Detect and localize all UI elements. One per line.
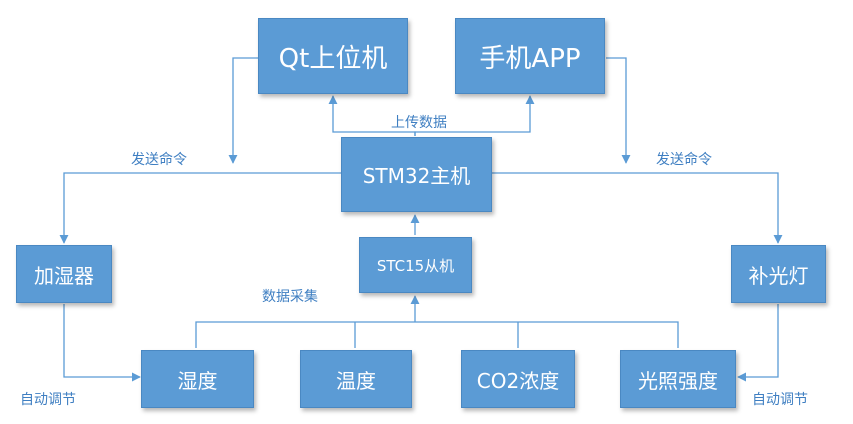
temperature-label: 温度 bbox=[336, 368, 376, 393]
humidifier-auto-adjust-arrow bbox=[63, 304, 141, 382]
fill-light-label: 补光灯 bbox=[748, 263, 809, 288]
upload-data-label: 上传数据 bbox=[391, 115, 447, 131]
app-command-arrow bbox=[606, 57, 631, 164]
humidifier-label: 加湿器 bbox=[34, 263, 94, 288]
sensor-bus bbox=[195, 321, 679, 348]
send-command-left-label: 发送命令 bbox=[131, 152, 187, 168]
auto-adjust-left-label: 自动调节 bbox=[20, 392, 76, 408]
fill-light-box: 补光灯 bbox=[731, 245, 826, 303]
stc15-slave-label: STC15从机 bbox=[376, 256, 455, 275]
send-command-right-label: 发送命令 bbox=[656, 152, 712, 168]
humidifier-box: 加湿器 bbox=[16, 245, 112, 303]
auto-adjust-right-label: 自动调节 bbox=[752, 392, 808, 408]
stm32-to-fill-light-arrow bbox=[492, 172, 783, 244]
co2-label: CO2浓度 bbox=[476, 368, 560, 393]
light-intensity-box: 光照强度 bbox=[620, 350, 736, 408]
light-intensity-label: 光照强度 bbox=[638, 368, 718, 393]
qt-host-label: Qt上位机 bbox=[278, 43, 388, 74]
stm32-master-label: STM32主机 bbox=[362, 164, 471, 188]
qt-host-box: Qt上位机 bbox=[258, 18, 408, 94]
system-diagram: Qt上位机 手机APP STM32主机 STC15从机 加湿器 补光灯 湿度 温… bbox=[0, 0, 853, 424]
humidity-box: 湿度 bbox=[141, 350, 254, 408]
stm32-to-humidifier-arrow bbox=[59, 172, 341, 244]
humidity-label: 湿度 bbox=[177, 368, 218, 393]
qt-command-arrow bbox=[228, 57, 258, 164]
mobile-app-box: 手机APP bbox=[455, 18, 605, 94]
temperature-box: 温度 bbox=[300, 350, 412, 408]
stc15-slave-box: STC15从机 bbox=[359, 237, 472, 293]
stm32-master-box: STM32主机 bbox=[341, 137, 492, 212]
fill-light-auto-adjust-arrow bbox=[737, 304, 779, 382]
data-collection-label: 数据采集 bbox=[262, 289, 318, 305]
mobile-app-label: 手机APP bbox=[479, 43, 581, 74]
co2-box: CO2浓度 bbox=[461, 350, 575, 408]
